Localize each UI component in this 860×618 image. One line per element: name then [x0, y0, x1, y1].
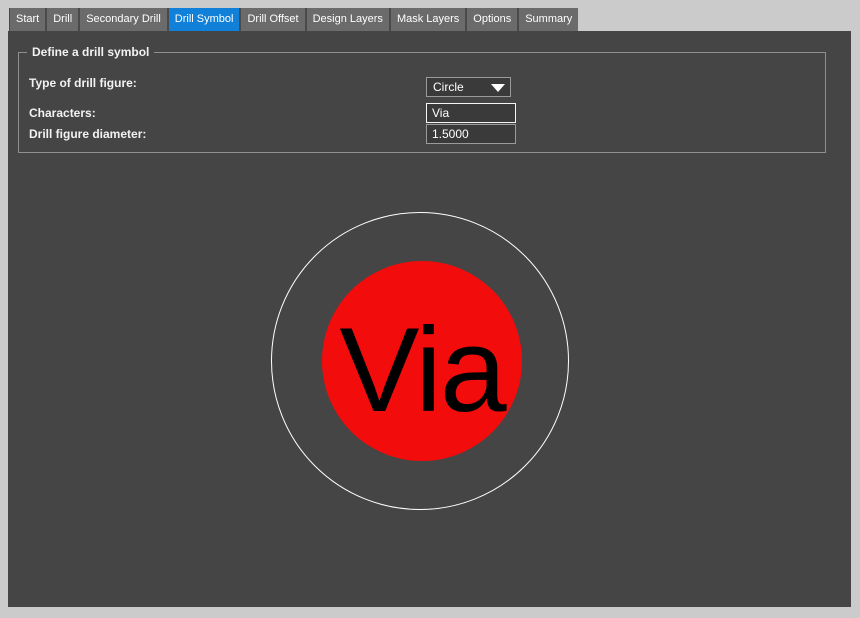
drill-figure-diameter-label: Drill figure diameter: [29, 126, 146, 142]
characters-label: Characters: [29, 105, 96, 121]
characters-input[interactable] [426, 103, 516, 123]
drill-symbol-preview-text: Via [339, 292, 504, 430]
drill-diameter-outline-circle: Via [271, 212, 569, 510]
tab-secondary-drill[interactable]: Secondary Drill [80, 8, 167, 31]
tab-drill-offset[interactable]: Drill Offset [241, 8, 304, 31]
drill-symbol-preview-circle: Via [322, 261, 522, 461]
wizard-tab-strip: Start Drill Secondary Drill Drill Symbol… [9, 8, 578, 31]
tab-content-panel: Define a drill symbol Type of drill figu… [8, 31, 851, 607]
dropdown-arrow-icon [491, 84, 505, 92]
tab-mask-layers[interactable]: Mask Layers [391, 8, 465, 31]
tab-options[interactable]: Options [467, 8, 517, 31]
tab-drill[interactable]: Drill [47, 8, 78, 31]
drill-figure-type-value: Circle [433, 80, 464, 94]
define-drill-symbol-group: Define a drill symbol Type of drill figu… [18, 52, 826, 153]
drill-figure-diameter-input[interactable] [426, 124, 516, 144]
drill-wizard-window: Start Drill Secondary Drill Drill Symbol… [0, 0, 860, 618]
tab-start[interactable]: Start [10, 8, 45, 31]
type-of-drill-figure-label: Type of drill figure: [29, 75, 137, 91]
tab-design-layers[interactable]: Design Layers [307, 8, 389, 31]
drill-figure-type-dropdown[interactable]: Circle [426, 77, 511, 97]
tab-summary[interactable]: Summary [519, 8, 578, 31]
tab-drill-symbol[interactable]: Drill Symbol [169, 8, 240, 31]
group-title: Define a drill symbol [27, 45, 154, 59]
